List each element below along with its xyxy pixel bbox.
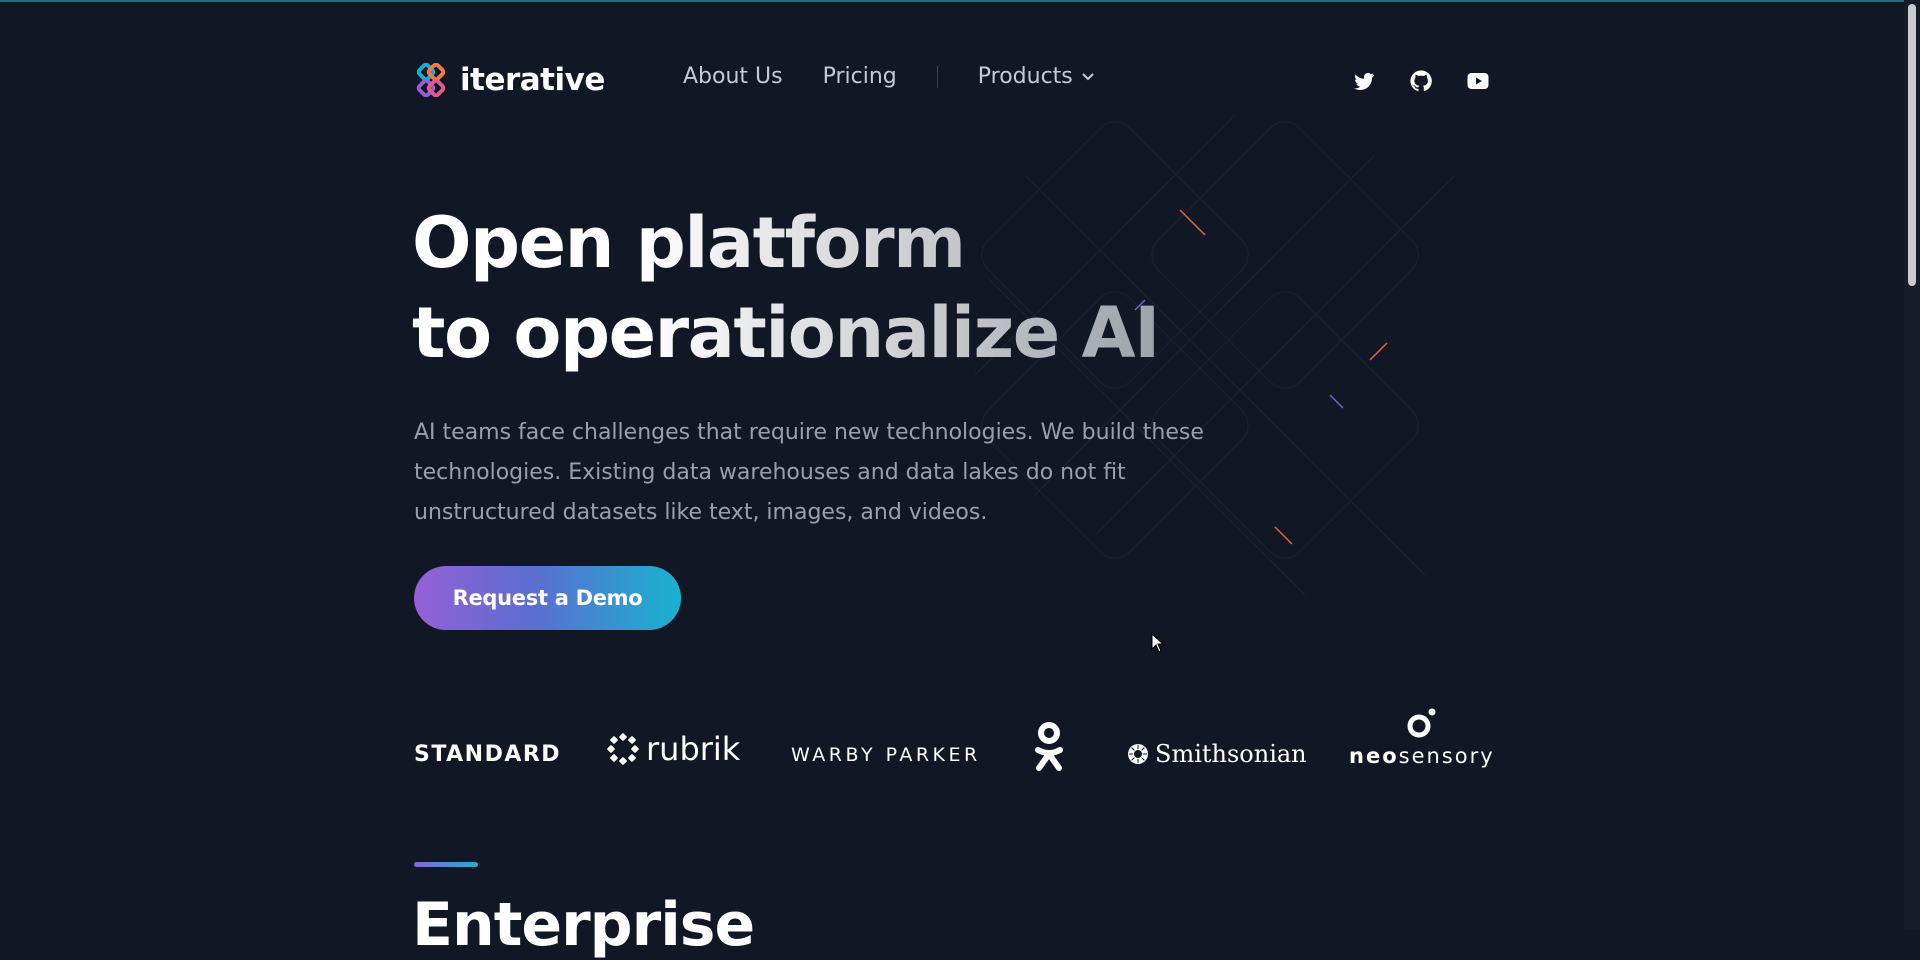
- nav-products-dropdown[interactable]: Products: [978, 64, 1095, 89]
- section-title: Enterprise: [412, 890, 755, 960]
- warby-parker-logo: WARBY PARKER: [791, 744, 981, 766]
- brand-logo[interactable]: iterative: [414, 62, 605, 98]
- odnoklassniki-logo: [1034, 722, 1064, 778]
- nav-divider: [936, 65, 938, 88]
- youtube-icon[interactable]: [1466, 69, 1490, 93]
- neosensory-wordmark-bold: neo: [1349, 744, 1399, 768]
- customer-logos: STANDARD rubrik WARBY PARKER Smithsonian…: [414, 700, 1495, 780]
- hero-headline-line1: Open platform: [412, 202, 965, 284]
- page-scrollbar[interactable]: [1904, 0, 1920, 930]
- page: iterative About Us Pricing Products Open…: [0, 0, 1904, 960]
- twitter-icon[interactable]: [1352, 69, 1376, 93]
- neosensory-logo: neosensory: [1349, 708, 1495, 768]
- neosensory-mark-icon: [1407, 708, 1436, 738]
- standard-logo: STANDARD: [414, 742, 562, 767]
- smithsonian-wordmark: Smithsonian: [1155, 740, 1307, 768]
- mouse-cursor-icon: [1151, 633, 1165, 653]
- social-links: [1352, 69, 1490, 93]
- hero-headline: Open platform to operationalize AI: [412, 198, 1159, 378]
- nav-products-label: Products: [977, 64, 1073, 89]
- scrollbar-thumb[interactable]: [1908, 4, 1916, 286]
- main-nav: About Us Pricing Products: [683, 64, 1095, 89]
- rubrik-wordmark: rubrik: [646, 730, 741, 768]
- neosensory-wordmark: neosensory: [1349, 744, 1495, 768]
- brand-name: iterative: [460, 62, 605, 98]
- smithsonian-sun-icon: [1128, 744, 1148, 764]
- iterative-logo-icon: [416, 63, 446, 97]
- rubrik-logo: rubrik: [606, 730, 740, 768]
- odnoklassniki-icon: [1035, 722, 1063, 771]
- section-accent-bar: [414, 862, 478, 867]
- nav-pricing[interactable]: Pricing: [823, 64, 897, 89]
- hero-headline-line2: to operationalize AI: [412, 292, 1159, 374]
- github-icon[interactable]: [1409, 69, 1433, 93]
- request-demo-button[interactable]: Request a Demo: [414, 566, 681, 630]
- nav-about-us[interactable]: About Us: [683, 64, 783, 89]
- neosensory-wordmark-rest: sensory: [1398, 744, 1495, 768]
- rubrik-mark-icon: [607, 733, 639, 765]
- smithsonian-logo: Smithsonian: [1127, 740, 1307, 768]
- hero-description: AI teams face challenges that require ne…: [414, 420, 1204, 525]
- chevron-down-icon: [1082, 72, 1094, 80]
